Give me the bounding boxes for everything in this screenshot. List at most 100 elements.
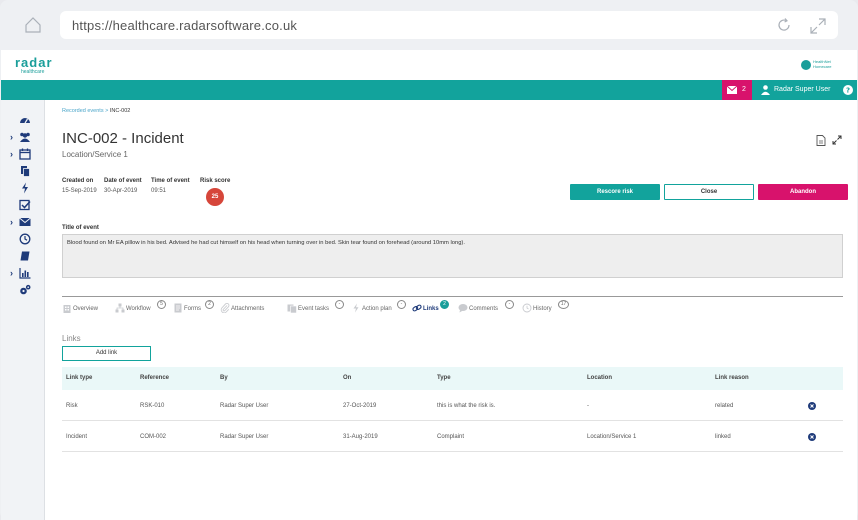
created-on-label: Created on [62,178,94,184]
sidebar-item-history[interactable] [1,231,45,247]
browser-toolbar: https://healthcare.radarsoftware.co.uk [0,0,858,50]
bar-chart-icon [19,268,31,279]
cell-link-reason: related [715,403,734,409]
sidebar: › › › › [1,100,45,520]
close-button[interactable]: Close [664,184,754,200]
fullscreen-icon[interactable] [832,135,842,145]
tab-count-badge: 2 [205,300,214,309]
tab-label: Comments [469,306,499,312]
table-row[interactable]: Incident COM-002 Radar Super User 31-Aug… [62,421,843,452]
sidebar-item-tasks[interactable] [1,197,45,213]
messages-button[interactable]: 2 [722,80,752,100]
expand-window-icon[interactable] [808,16,828,36]
building-icon [63,305,71,313]
sidebar-item-dashboard[interactable] [1,112,45,128]
tasks-icon [287,304,297,313]
cell-reference[interactable]: RSK-010 [140,403,164,409]
user-name[interactable]: Radar Super User [774,86,830,93]
tab-label: History [533,306,552,312]
cell-type: this is what the risk is. [437,403,496,409]
sidebar-item-settings[interactable] [1,282,45,298]
bolt-icon [22,182,28,194]
risk-score-badge: 25 [206,188,224,206]
sidebar-item-messages[interactable]: › [1,214,45,230]
tab-label: Overview [73,306,99,312]
remove-link-icon[interactable] [808,433,816,441]
sidebar-item-documents[interactable] [1,163,45,179]
record-location: Location/Service 1 [62,150,128,159]
sidebar-item-people[interactable]: › [1,129,45,145]
chevron-right-icon: › [10,217,13,227]
sidebar-item-reports[interactable]: › [1,265,45,281]
chevron-right-icon: › [10,132,13,142]
links-table-header: Link type Reference By On Type Location … [62,367,843,390]
user-icon [761,85,770,95]
envelope-icon [19,217,31,226]
pdf-icon[interactable] [816,135,826,146]
clock-icon [522,303,532,313]
book-icon [20,251,30,261]
forms-icon [174,303,182,313]
tab-count-badge: - [505,300,514,309]
column-header-link-reason: Link reason [715,375,749,381]
envelope-icon [727,86,737,94]
chevron-right-icon: › [10,268,13,278]
address-bar[interactable]: https://healthcare.radarsoftware.co.uk [60,11,838,39]
reload-icon[interactable] [776,17,792,33]
main-content: Recorded events > INC-002 INC-002 - Inci… [46,100,857,520]
event-description: Blood found on Mr EA pillow in his bed. … [67,240,465,246]
cell-by: Radar Super User [220,403,269,409]
cell-type: Complaint [437,434,465,440]
calendar-icon [19,148,31,160]
link-icon [412,304,422,312]
documents-icon [21,166,30,177]
table-row[interactable]: Risk RSK-010 Radar Super User 27-Oct-201… [62,390,843,421]
column-header-on: On [343,375,352,381]
users-icon [20,132,30,142]
messages-count: 2 [742,86,746,93]
sidebar-item-calendar[interactable]: › [1,146,45,162]
tab-count-badge: - [335,300,344,309]
clock-icon [19,233,31,245]
workflow-icon [115,303,125,313]
paperclip-icon [220,303,230,313]
svg-text:?: ? [846,87,850,95]
help-icon[interactable]: ? [843,85,853,95]
column-header-type: Type [437,375,451,381]
column-header-location: Location [587,375,612,381]
cell-on: 27-Oct-2019 [343,403,377,409]
sidebar-item-actions[interactable] [1,180,45,196]
title-of-event-label: Title of event [62,225,99,231]
rescore-risk-button[interactable]: Rescore risk [570,184,660,200]
tab-label: Links [423,306,439,312]
tab-count-badge: 17 [558,300,569,309]
gears-icon [20,284,31,295]
column-header-reference: Reference [140,375,170,381]
app-viewport: radar healthcare HealthNet Homecare 2 Ra… [1,50,857,520]
cell-link-type: Incident [66,434,88,440]
add-link-button[interactable]: Add link [62,346,151,361]
comment-icon [458,304,468,313]
radar-logo[interactable]: radar [15,55,53,70]
browser-window: https://healthcare.radarsoftware.co.uk r… [0,0,858,520]
url-text[interactable]: https://healthcare.radarsoftware.co.uk [72,18,297,33]
cell-link-type: Risk [66,403,78,409]
page-title: INC-002 - Incident [62,130,184,147]
cell-by: Radar Super User [220,434,269,440]
event-description-field[interactable]: Blood found on Mr EA pillow in his bed. … [62,234,843,278]
breadcrumb-parent[interactable]: Recorded events [62,108,104,114]
remove-link-icon[interactable] [808,402,816,410]
tab-count-badge: 5 [157,300,166,309]
date-of-event-value: 30-Apr-2019 [104,188,138,194]
partner-logo: HealthNet Homecare [801,59,841,71]
tabs-divider [62,296,843,297]
abandon-button[interactable]: Abandon [758,184,848,200]
time-of-event-label: Time of event [151,178,190,184]
sidebar-item-library[interactable] [1,248,45,264]
tab-count-badge: 2 [440,300,449,309]
home-icon[interactable] [24,16,42,34]
cell-on: 31-Aug-2019 [343,434,378,440]
cell-reference[interactable]: COM-002 [140,434,166,440]
radar-logo-sub: healthcare [21,69,45,75]
breadcrumb-current: INC-002 [109,108,131,114]
